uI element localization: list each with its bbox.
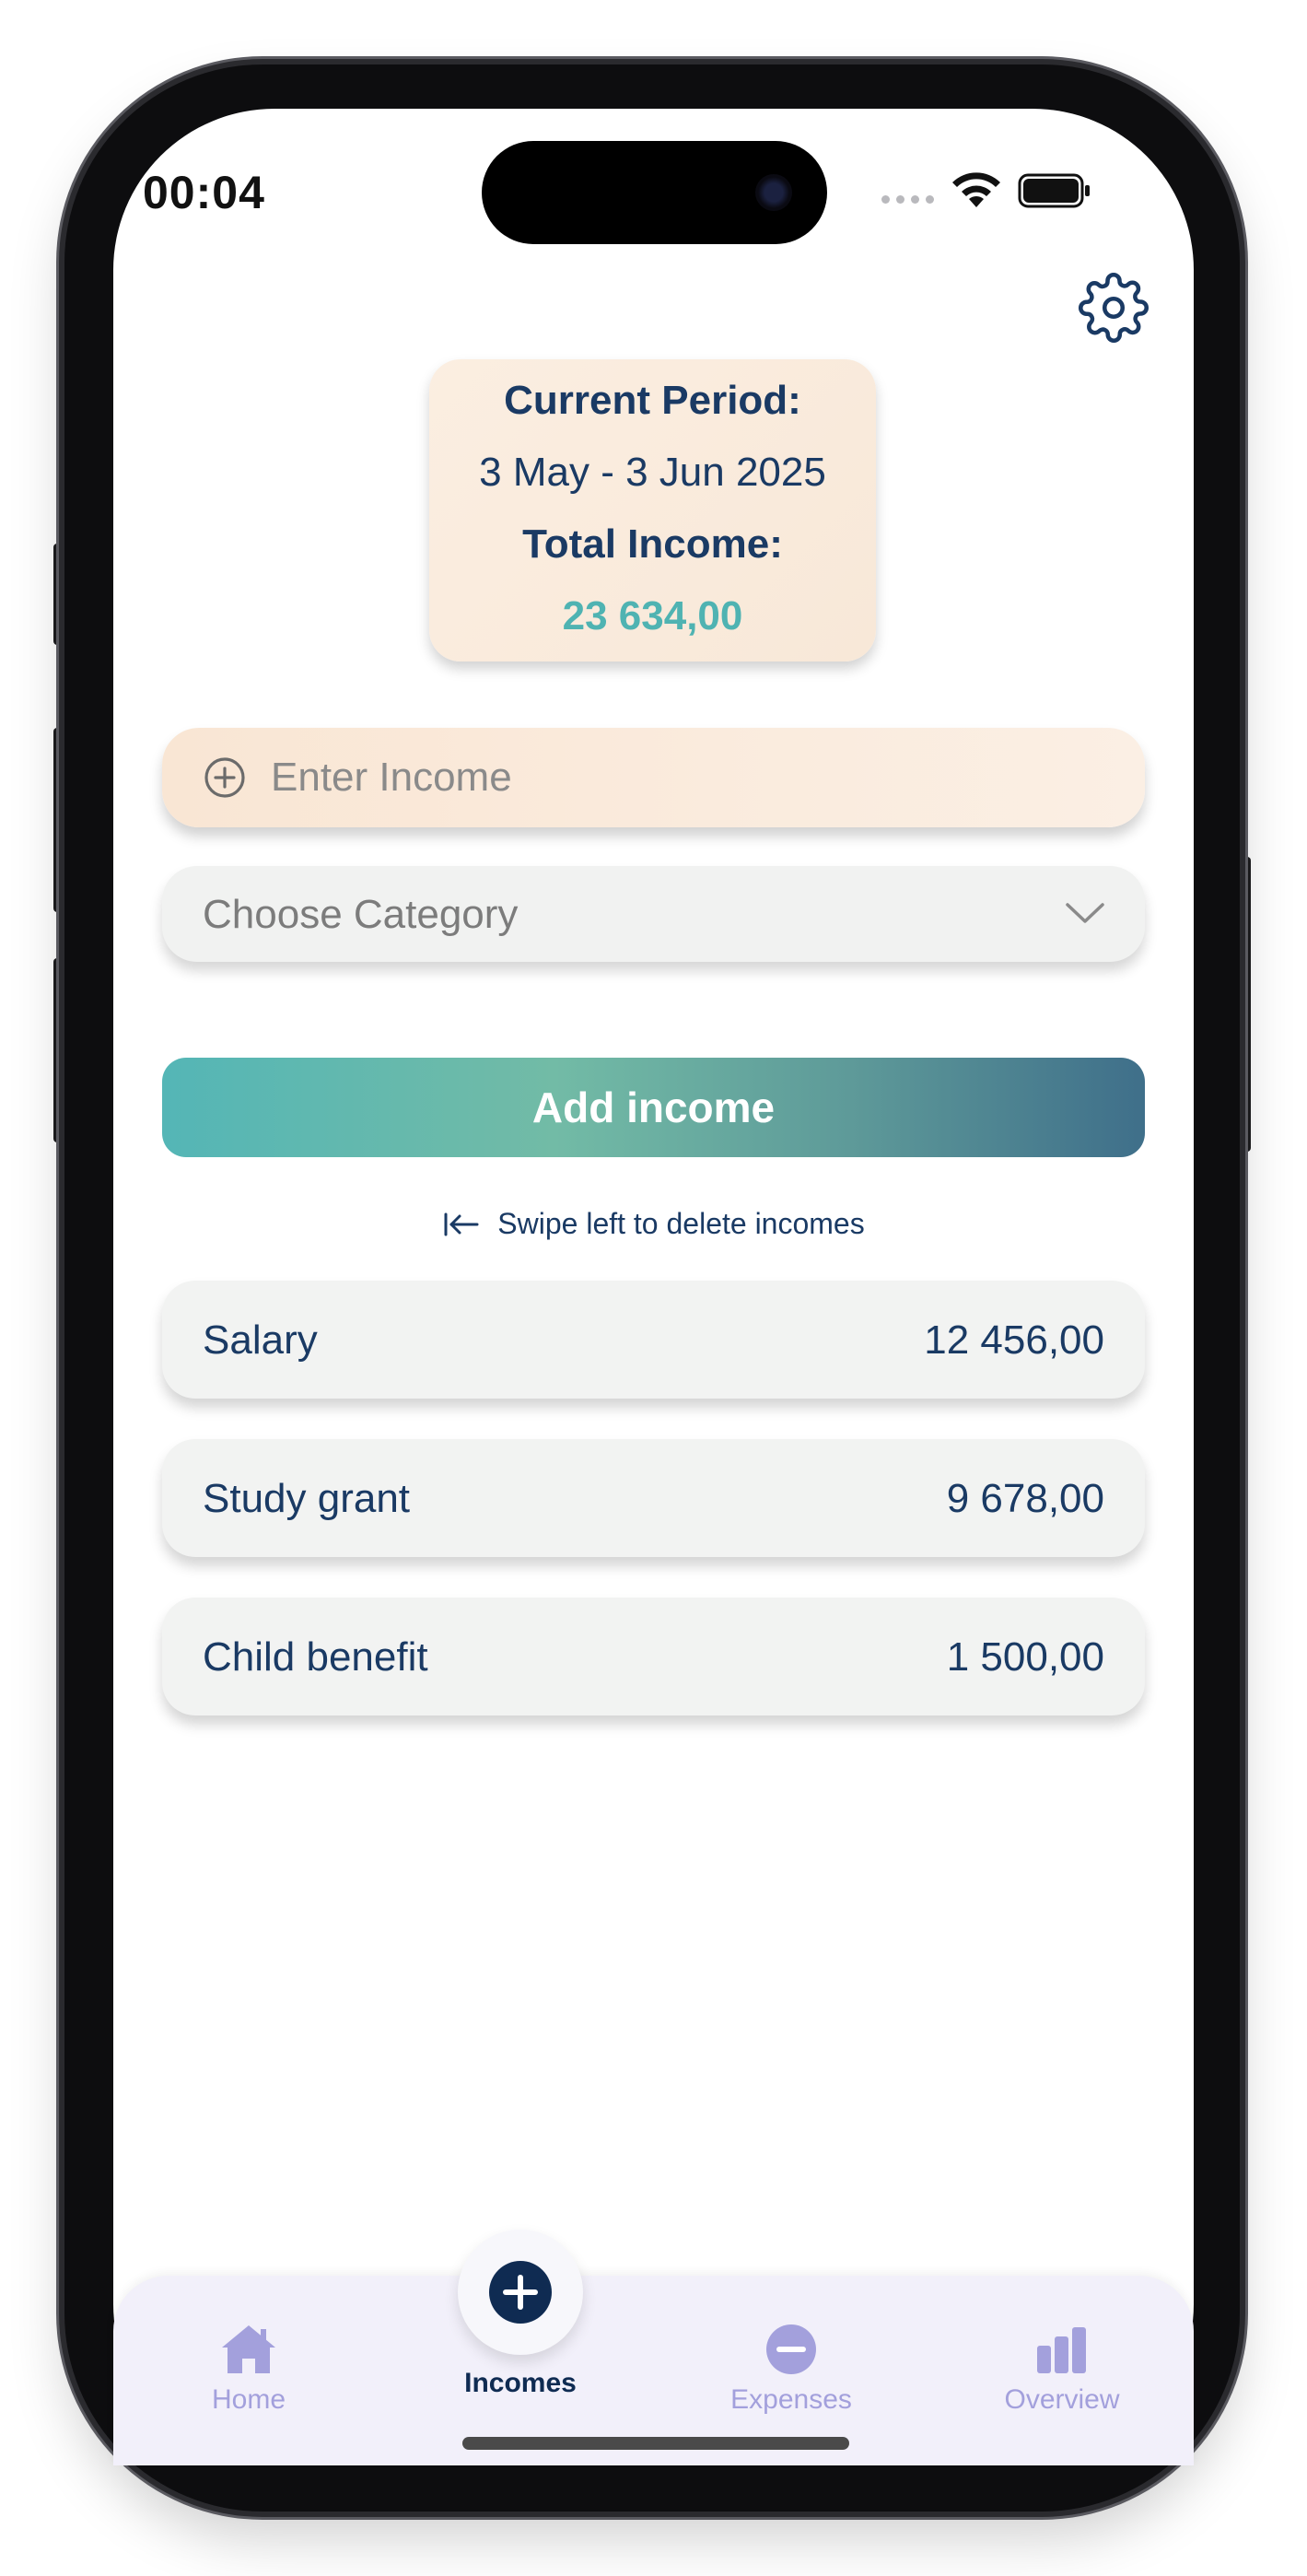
swipe-hint: Swipe left to delete incomes: [0, 1207, 1307, 1241]
income-row[interactable]: Child benefit 1 500,00: [162, 1598, 1145, 1715]
incomes-fab[interactable]: [458, 2230, 583, 2355]
income-row[interactable]: Salary 12 456,00: [162, 1281, 1145, 1399]
battery-full-icon: [1018, 173, 1090, 208]
cellular-dots-icon: [881, 195, 934, 204]
tab-expenses[interactable]: Expenses: [690, 2322, 893, 2416]
tab-home-label: Home: [211, 2384, 286, 2415]
period-summary-card: Current Period: 3 May - 3 Jun 2025 Total…: [429, 359, 876, 662]
income-input-container[interactable]: [162, 728, 1145, 827]
period-value: 3 May - 3 Jun 2025: [479, 450, 826, 495]
income-row[interactable]: Study grant 9 678,00: [162, 1439, 1145, 1557]
income-amount: 1 500,00: [946, 1634, 1104, 1680]
camera-icon: [755, 174, 792, 211]
dynamic-island: [482, 141, 827, 244]
tab-overview[interactable]: Overview: [961, 2322, 1163, 2416]
tab-expenses-label: Expenses: [730, 2384, 852, 2415]
tab-incomes[interactable]: Incomes: [419, 2230, 622, 2399]
wifi-icon: [952, 172, 1000, 207]
income-name: Salary: [203, 1317, 318, 1363]
income-amount: 9 678,00: [946, 1476, 1104, 1521]
add-income-button[interactable]: Add income: [162, 1058, 1145, 1157]
total-income-value: 23 634,00: [562, 593, 743, 638]
home-icon: [222, 2325, 275, 2373]
arrow-left-bar-icon: [444, 1212, 479, 1235]
income-name: Study grant: [203, 1476, 411, 1521]
plus-circle-icon: [204, 757, 245, 798]
category-placeholder: Choose Category: [203, 892, 519, 937]
plus-circle-icon: [489, 2261, 552, 2324]
minus-circle-icon: [766, 2324, 816, 2374]
tab-home[interactable]: Home: [147, 2322, 350, 2416]
home-indicator: [462, 2437, 849, 2450]
tab-overview-label: Overview: [1004, 2384, 1120, 2415]
period-label: Current Period:: [504, 378, 801, 423]
income-name: Child benefit: [203, 1634, 428, 1680]
tab-incomes-label: Incomes: [464, 2368, 577, 2398]
chevron-down-icon: [1066, 903, 1104, 923]
income-amount-input[interactable]: [269, 754, 1083, 802]
income-amount: 12 456,00: [924, 1317, 1104, 1363]
bar-chart-icon: [1037, 2327, 1086, 2373]
status-time: 00:04: [143, 167, 265, 218]
power-button: [1238, 857, 1251, 1152]
total-income-label: Total Income:: [522, 521, 783, 567]
stage: 00:04 Current Period: 3 May - 3 Jun 2025…: [0, 0, 1307, 2576]
category-dropdown[interactable]: Choose Category: [162, 866, 1145, 962]
swipe-hint-text: Swipe left to delete incomes: [497, 1207, 865, 1240]
gear-icon[interactable]: [1078, 272, 1149, 344]
